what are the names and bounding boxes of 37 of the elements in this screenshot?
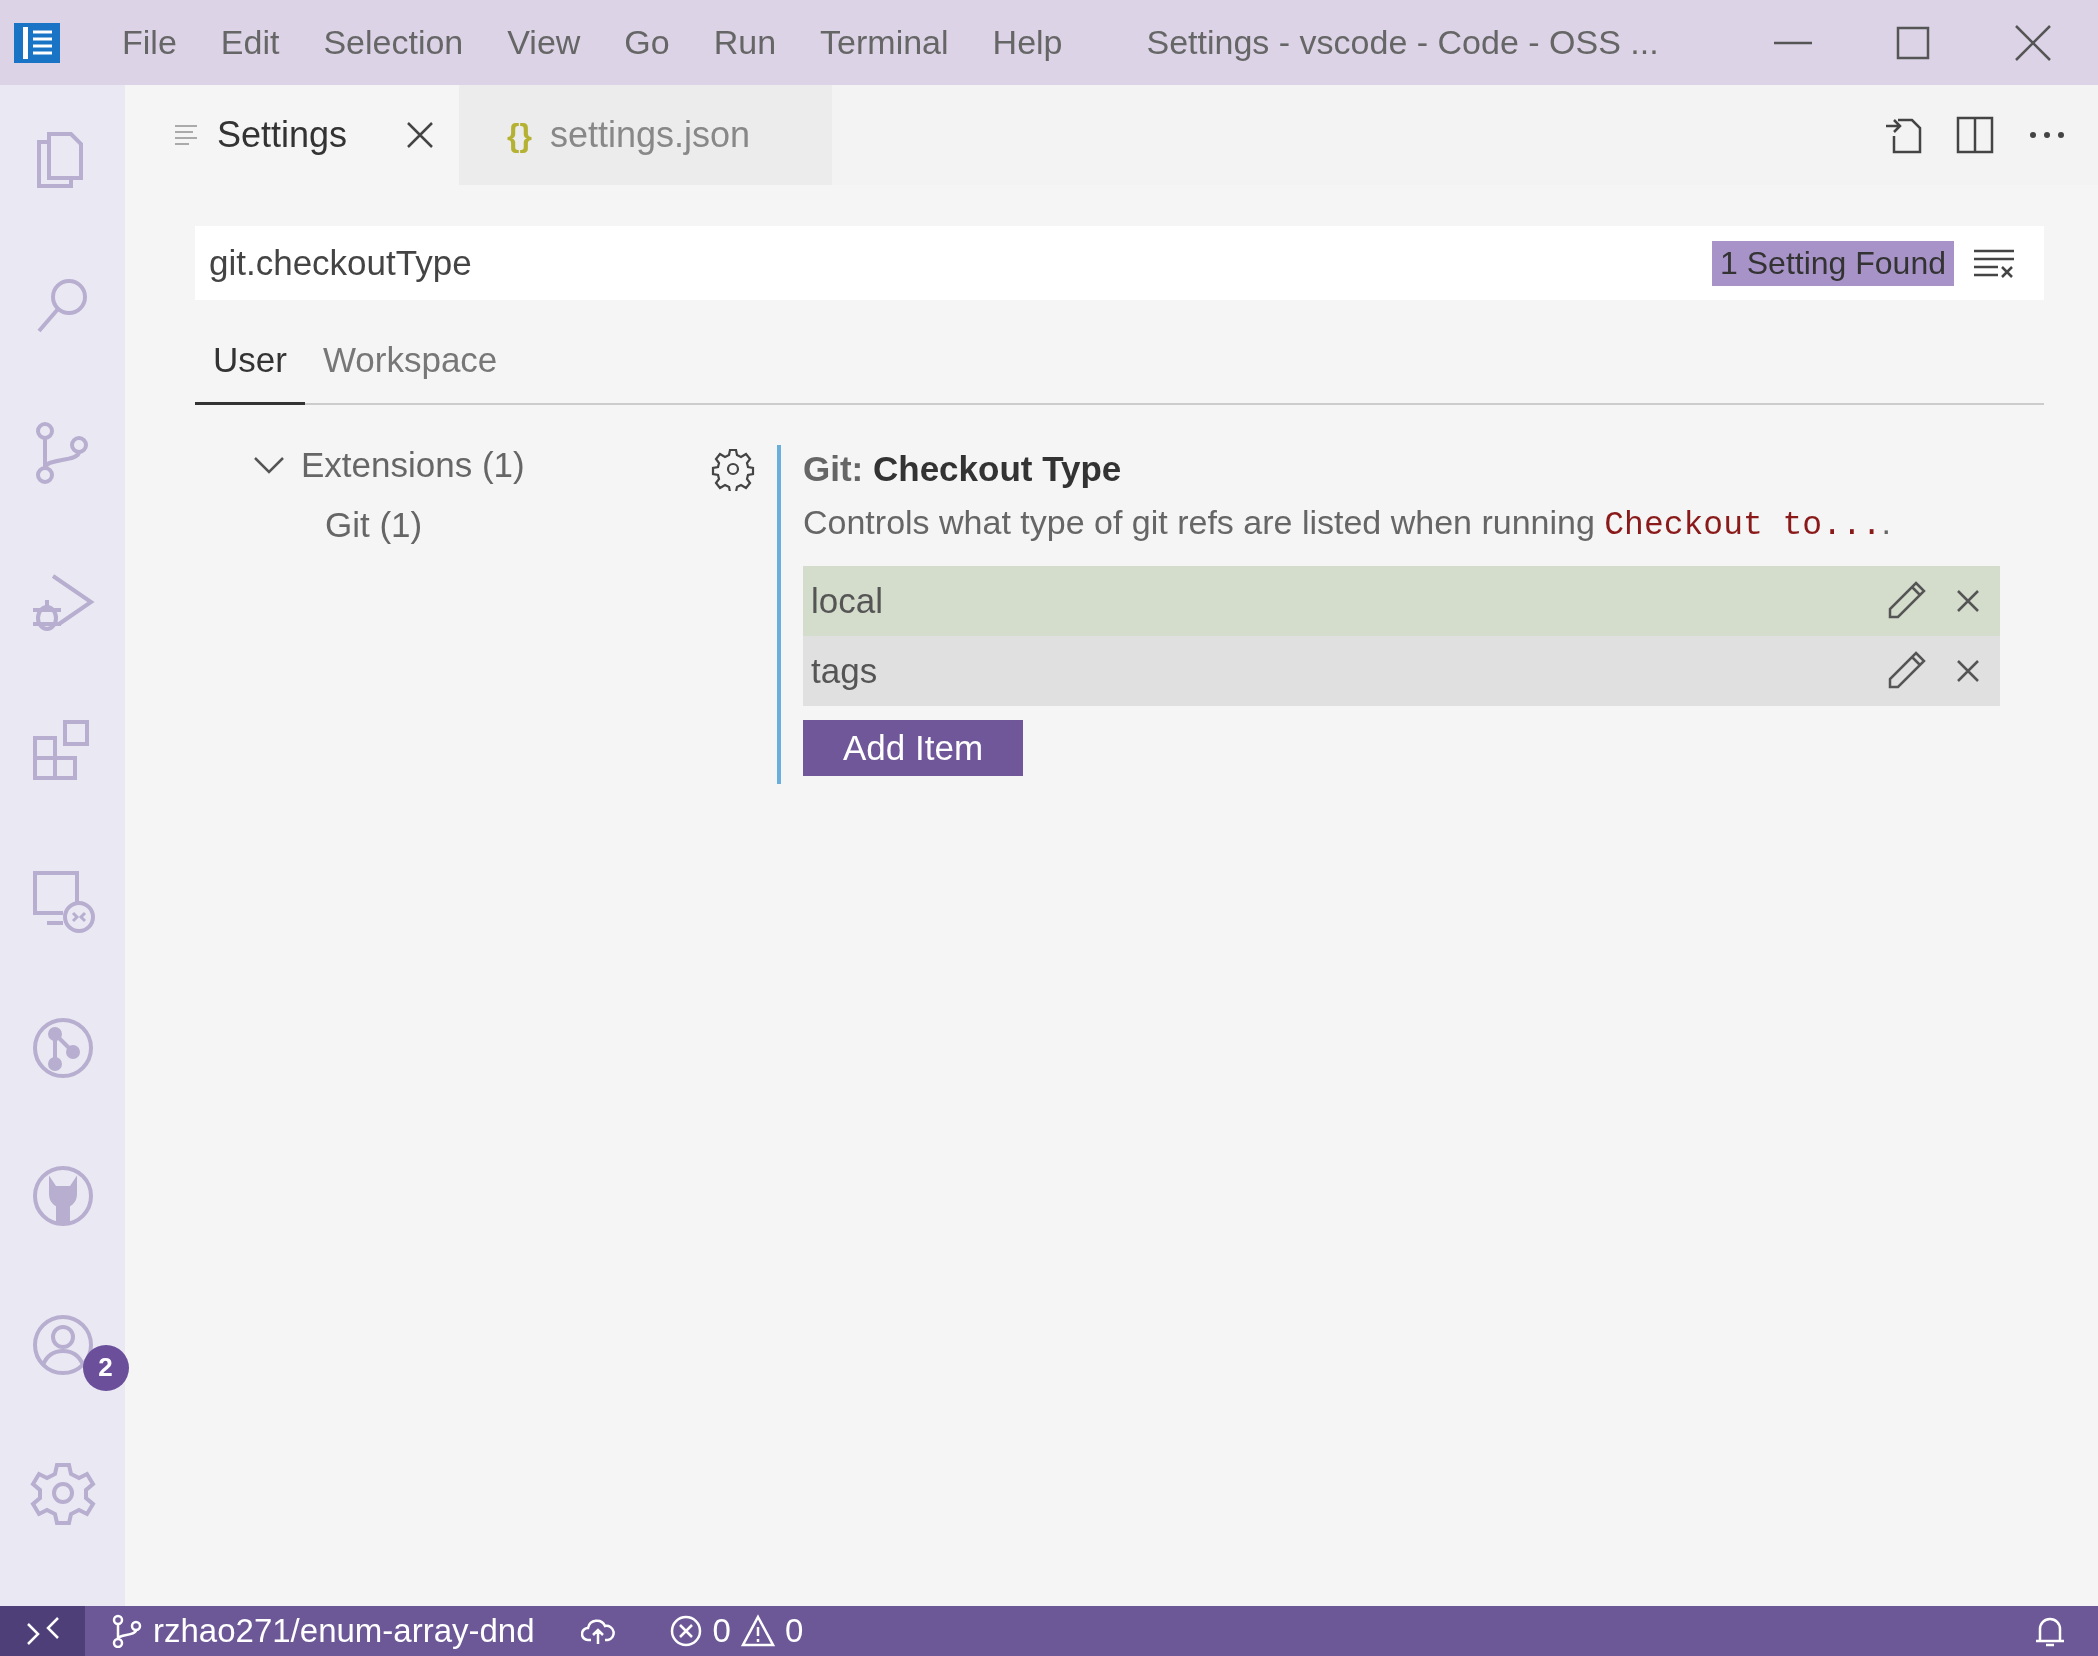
item-value: tags: [811, 651, 879, 691]
menu-item[interactable]: File: [100, 23, 199, 62]
close-icon[interactable]: [405, 120, 436, 150]
result-count: 1 Setting Found: [1712, 240, 1954, 286]
menu-item[interactable]: Selection: [301, 23, 486, 62]
list-item[interactable]: local: [803, 566, 2000, 636]
lines-icon: [173, 122, 199, 148]
branch-name[interactable]: rzhao271/enum-array-dnd: [153, 1612, 535, 1650]
menu-item[interactable]: Terminal: [798, 23, 971, 62]
menu-item[interactable]: Run: [691, 23, 799, 62]
warning-count[interactable]: 0: [784, 1612, 804, 1650]
search-field[interactable]: git.checkoutType 1 Setting Found: [195, 226, 2044, 300]
warning-icon[interactable]: [740, 1614, 775, 1648]
toc-item[interactable]: Extensions (1): [301, 445, 525, 485]
scope-tab[interactable]: Workspace: [304, 340, 516, 405]
scope-tab[interactable]: User: [195, 340, 305, 405]
menu-item[interactable]: View: [485, 23, 603, 62]
setting-title: Git: Checkout Type: [803, 449, 1123, 489]
menu-item[interactable]: Help: [970, 23, 1085, 62]
app-logo-icon: [14, 22, 60, 63]
item-value: local: [811, 581, 884, 621]
error-icon[interactable]: [668, 1614, 703, 1648]
setting-description: Controls what type of git refs are listed when running Checkout to....: [803, 503, 1892, 544]
error-count[interactable]: 0: [712, 1612, 731, 1650]
notification-badge: 2: [82, 1344, 129, 1391]
menu-item[interactable]: Go: [602, 23, 692, 62]
toc-item[interactable]: Git (1): [325, 505, 423, 544]
settings-icon[interactable]: [711, 447, 755, 491]
list-item[interactable]: tags: [803, 636, 2000, 706]
split-editor-icon[interactable]: [1954, 114, 1996, 156]
add-item-button[interactable]: Add Item: [803, 720, 1024, 776]
remote-button[interactable]: [0, 1606, 85, 1656]
window-title: Settings - vscode - Code - OSS ...: [1146, 23, 1660, 62]
menu-item[interactable]: Edit: [198, 23, 302, 62]
editor-tab[interactable]: {} settings.json: [459, 85, 833, 185]
chevron-down-icon[interactable]: [253, 455, 285, 475]
remote-icon: [25, 1616, 60, 1646]
